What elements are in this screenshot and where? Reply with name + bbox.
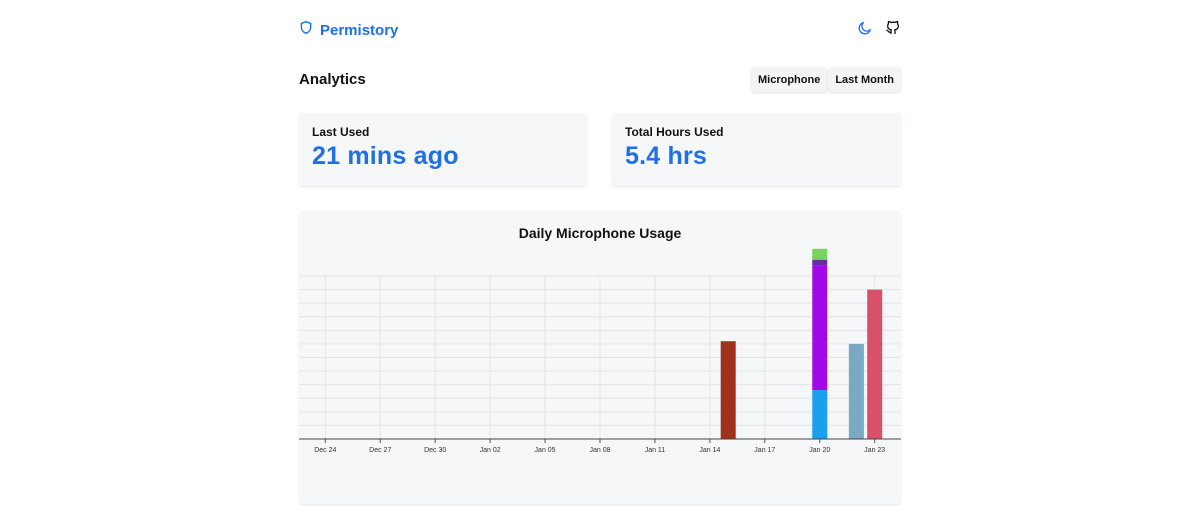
bar-segment[interactable]: [812, 248, 828, 260]
usage-chart: Dec 24 Dec 27 Dec 30 Jan 02 Jan 05 Jan 08 Jan …: [299, 248, 901, 454]
usage-chart-panel: Daily Microphone Usage Dec 24 Dec 27 Dec 3…: [299, 211, 901, 504]
x-tick-label: Jan 23: [864, 447, 885, 454]
bar-segment[interactable]: [812, 259, 828, 266]
total-hours-card: Total Hours Used 5.4 hrs: [612, 113, 901, 186]
total-hours-label: Total Hours Used: [625, 125, 724, 139]
x-tick-label: Dec 27: [369, 447, 391, 454]
github-icon[interactable]: [885, 19, 901, 36]
x-tick-label: Jan 17: [754, 447, 775, 454]
x-tick-label: Jan 02: [480, 447, 501, 454]
brand[interactable]: Permistory: [299, 20, 398, 40]
x-tick-label: Jan 11: [645, 447, 666, 454]
x-tick-label: Dec 24: [314, 447, 336, 454]
bar-segment[interactable]: [720, 341, 736, 439]
range-select-button[interactable]: Last Month: [828, 67, 901, 92]
analytics-title: Analytics: [299, 71, 366, 88]
bar-segment[interactable]: [812, 390, 828, 439]
last-used-label: Last Used: [312, 125, 370, 139]
x-tick-label: Jan 14: [699, 447, 720, 454]
metric-select-button[interactable]: Microphone: [751, 67, 828, 92]
app-container: Permistory Analytics Microphone Last Mon…: [299, 0, 901, 519]
x-tick-label: Dec 30: [424, 447, 446, 454]
x-tick-label: Jan 05: [535, 447, 556, 454]
header-actions: [857, 19, 901, 36]
moon-icon[interactable]: [857, 20, 873, 36]
x-tick-label: Jan 20: [809, 447, 830, 454]
bar-segment[interactable]: [867, 289, 883, 439]
brand-name: Permistory: [320, 21, 399, 39]
total-hours-value: 5.4 hrs: [625, 142, 708, 170]
bar-segment[interactable]: [848, 343, 864, 439]
bar-segment[interactable]: [812, 265, 828, 391]
last-used-card: Last Used 21 mins ago: [299, 113, 587, 186]
last-used-value: 21 mins ago: [312, 142, 459, 170]
shield-icon: [299, 20, 313, 40]
x-tick-label: Jan 08: [589, 447, 610, 454]
